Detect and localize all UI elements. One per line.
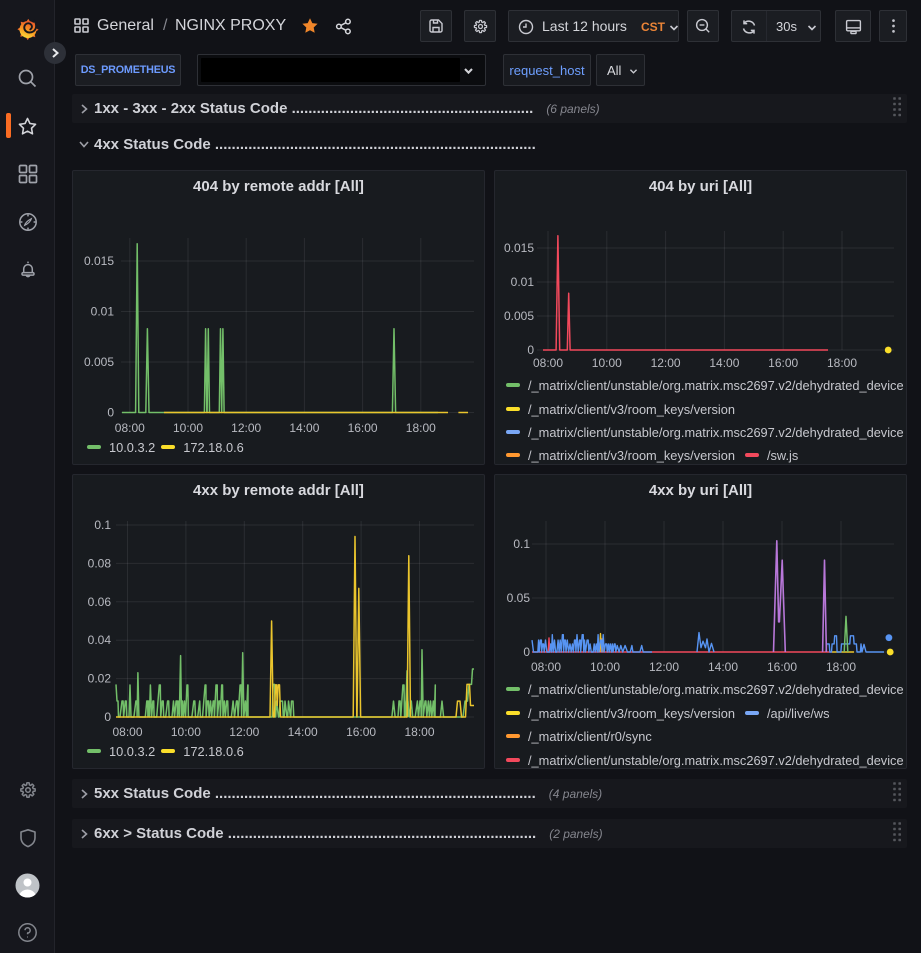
- svg-text:18:00: 18:00: [826, 660, 856, 674]
- svg-text:18:00: 18:00: [404, 725, 434, 739]
- svg-text:0: 0: [527, 343, 534, 357]
- svg-text:14:00: 14:00: [709, 356, 739, 370]
- svg-text:0.04: 0.04: [88, 633, 112, 647]
- svg-text:0.015: 0.015: [84, 254, 114, 268]
- svg-text:0.015: 0.015: [504, 241, 534, 255]
- svg-text:0.005: 0.005: [84, 355, 114, 369]
- svg-text:10:00: 10:00: [171, 725, 201, 739]
- svg-text:0.01: 0.01: [511, 275, 535, 289]
- svg-text:16:00: 16:00: [768, 356, 798, 370]
- svg-text:0: 0: [523, 645, 530, 659]
- svg-text:0.1: 0.1: [94, 518, 111, 532]
- svg-text:12:00: 12:00: [649, 660, 679, 674]
- svg-text:18:00: 18:00: [406, 421, 436, 435]
- svg-text:16:00: 16:00: [348, 421, 378, 435]
- svg-text:10:00: 10:00: [173, 421, 203, 435]
- svg-text:0.02: 0.02: [88, 672, 112, 686]
- svg-text:08:00: 08:00: [115, 421, 145, 435]
- svg-text:10:00: 10:00: [592, 356, 622, 370]
- svg-text:0.01: 0.01: [91, 305, 115, 319]
- svg-text:08:00: 08:00: [531, 660, 561, 674]
- svg-text:0.005: 0.005: [504, 309, 534, 323]
- svg-text:16:00: 16:00: [346, 725, 376, 739]
- svg-text:12:00: 12:00: [231, 421, 261, 435]
- svg-text:08:00: 08:00: [112, 725, 142, 739]
- svg-text:10:00: 10:00: [590, 660, 620, 674]
- svg-text:0.08: 0.08: [88, 556, 112, 570]
- svg-text:12:00: 12:00: [651, 356, 681, 370]
- svg-text:0.06: 0.06: [88, 595, 112, 609]
- svg-text:0.05: 0.05: [507, 591, 531, 605]
- svg-text:08:00: 08:00: [533, 356, 563, 370]
- svg-text:0.1: 0.1: [513, 537, 530, 551]
- svg-text:16:00: 16:00: [767, 660, 797, 674]
- svg-text:18:00: 18:00: [827, 356, 857, 370]
- svg-text:12:00: 12:00: [229, 725, 259, 739]
- svg-text:14:00: 14:00: [288, 725, 318, 739]
- svg-text:0: 0: [104, 710, 111, 724]
- svg-text:14:00: 14:00: [708, 660, 738, 674]
- svg-text:0: 0: [107, 406, 114, 420]
- svg-text:14:00: 14:00: [289, 421, 319, 435]
